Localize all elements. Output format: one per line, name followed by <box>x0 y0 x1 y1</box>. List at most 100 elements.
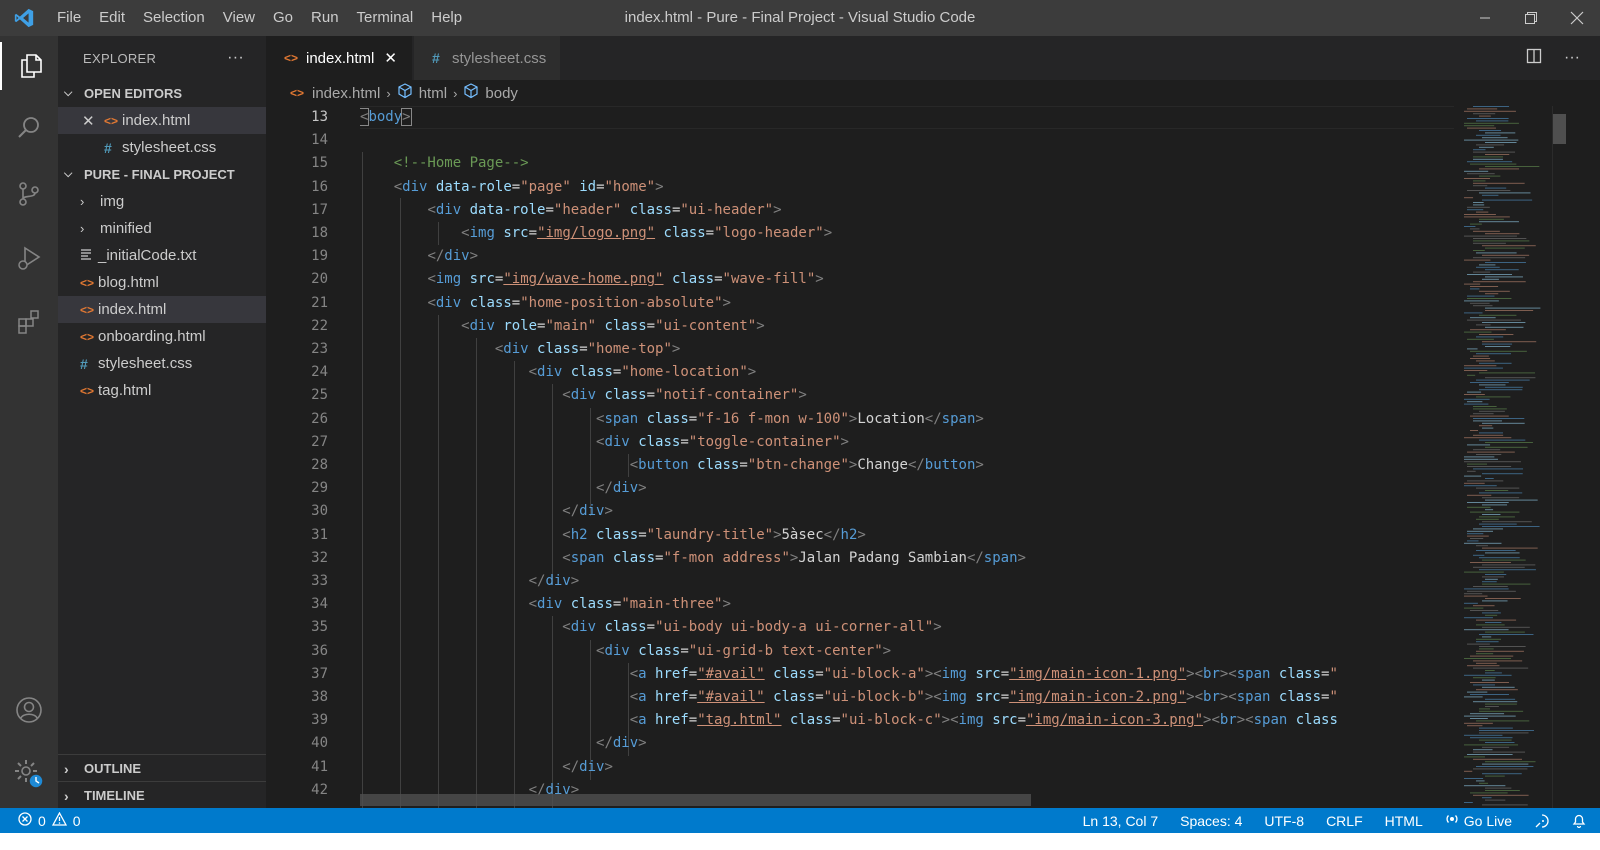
open-editors-title: OPEN EDITORS <box>84 86 183 101</box>
split-editor-icon[interactable] <box>1526 48 1542 69</box>
run-debug-icon[interactable] <box>0 234 58 282</box>
extensions-icon[interactable] <box>0 298 58 346</box>
settings-gear-icon[interactable] <box>0 750 58 798</box>
indentation[interactable]: Spaces: 4 <box>1169 813 1253 829</box>
code-line[interactable]: <div class="home-position-absolute"> <box>360 292 731 315</box>
status-bar-right: Ln 13, Col 7 Spaces: 4 UTF-8 CRLF HTML G… <box>1072 808 1600 833</box>
breadcrumb-body[interactable]: body <box>485 85 518 102</box>
cursor-position[interactable]: Ln 13, Col 7 <box>1072 813 1170 829</box>
restore-icon[interactable] <box>1508 0 1554 36</box>
code-line[interactable]: <div data-role="header" class="ui-header… <box>360 199 781 222</box>
code-line[interactable]: <div class="home-location"> <box>360 361 757 384</box>
tab-index-html[interactable]: <> index.html ✕ <box>266 36 412 80</box>
folder-item[interactable]: › minified <box>58 215 266 242</box>
encoding[interactable]: UTF-8 <box>1253 813 1315 829</box>
more-actions-icon[interactable]: ··· <box>227 49 244 67</box>
end-of-line[interactable]: CRLF <box>1315 813 1374 829</box>
file-item[interactable]: <> onboarding.html <box>58 323 266 350</box>
explorer-icon[interactable] <box>0 42 60 90</box>
code-area[interactable]: <body> <!--Home Page--> <div data-role="… <box>360 106 1454 808</box>
file-label: index.html <box>98 301 167 318</box>
file-item[interactable]: # stylesheet.css <box>58 350 266 377</box>
menu-go[interactable]: Go <box>264 0 302 36</box>
search-icon[interactable] <box>0 104 58 152</box>
code-line[interactable]: <img src="img/logo.png" class="logo-head… <box>360 222 832 245</box>
broadcast-icon <box>1445 812 1459 829</box>
accounts-icon[interactable] <box>0 686 58 734</box>
code-line[interactable]: <div class="home-top"> <box>360 338 681 361</box>
close-icon[interactable] <box>1554 0 1600 36</box>
menu-terminal[interactable]: Terminal <box>348 0 423 36</box>
code-line[interactable]: <img src="img/wave-home.png" class="wave… <box>360 268 823 291</box>
code-line[interactable]: <a href="tag.html" class="ui-block-c"><i… <box>360 709 1338 732</box>
code-line[interactable]: <div class="toggle-container"> <box>360 431 849 454</box>
file-item[interactable]: <> tag.html <box>58 377 266 404</box>
breadcrumb-html[interactable]: html <box>419 85 447 102</box>
code-line[interactable]: <div class="ui-grid-b text-center"> <box>360 640 891 663</box>
go-live-label: Go Live <box>1463 812 1512 829</box>
open-editor-item[interactable]: # stylesheet.css <box>58 134 266 161</box>
go-live-button[interactable]: Go Live <box>1434 812 1523 829</box>
menu-help[interactable]: Help <box>422 0 471 36</box>
menu-run[interactable]: Run <box>302 0 348 36</box>
code-line[interactable]: <div role="main" class="ui-content"> <box>360 315 765 338</box>
more-actions-icon[interactable]: ··· <box>1564 49 1580 67</box>
vertical-scrollbar-thumb[interactable] <box>1553 114 1566 144</box>
code-line[interactable]: <div class="notif-container"> <box>360 384 807 407</box>
open-editors-header[interactable]: ⌵ OPEN EDITORS <box>58 80 266 107</box>
breadcrumb-file[interactable]: index.html <box>312 85 380 102</box>
line-number: 42 <box>311 781 328 798</box>
vertical-scrollbar[interactable] <box>1552 106 1567 808</box>
vscode-logo-icon <box>0 0 48 36</box>
open-editor-label: index.html <box>122 112 191 129</box>
code-line[interactable]: <div data-role="page" id="home"> <box>360 176 664 199</box>
html-file-icon: <> <box>104 113 119 128</box>
line-number: 21 <box>311 294 328 311</box>
problems-indicator[interactable]: 0 0 <box>0 811 81 829</box>
file-item[interactable]: <> blog.html <box>58 269 266 296</box>
open-editor-item[interactable]: ✕ <> index.html <box>58 107 266 134</box>
code-line[interactable]: <a href="#avail" class="ui-block-b"><img… <box>360 686 1338 709</box>
project-title: PURE - FINAL PROJECT <box>84 167 235 182</box>
code-line[interactable]: <body> <box>360 106 412 129</box>
notifications-bell-icon[interactable] <box>1561 813 1600 828</box>
file-item[interactable]: <> index.html <box>58 296 266 323</box>
menu-view[interactable]: View <box>214 0 264 36</box>
folder-item[interactable]: › img <box>58 188 266 215</box>
project-header[interactable]: ⌵ PURE - FINAL PROJECT <box>58 161 266 188</box>
minimize-icon[interactable] <box>1462 0 1508 36</box>
code-line[interactable]: <h2 class="laundry-title">5àsec</h2> <box>360 524 866 547</box>
code-line[interactable]: <!--Home Page--> <box>360 152 529 175</box>
close-icon[interactable]: ✕ <box>82 112 104 130</box>
timeline-section: › TIMELINE <box>58 781 266 809</box>
code-line[interactable]: </div> <box>360 245 478 268</box>
source-control-icon[interactable] <box>0 170 58 218</box>
code-line[interactable]: <div class="main-three"> <box>360 593 731 616</box>
code-line[interactable]: </div> <box>360 570 580 593</box>
horizontal-scrollbar-thumb[interactable] <box>360 794 1031 806</box>
menu-file[interactable]: File <box>48 0 90 36</box>
code-line[interactable]: <span class="f-16 f-mon w-100">Location<… <box>360 408 984 431</box>
code-line[interactable]: <span class="f-mon address">Jalan Padang… <box>360 547 1026 570</box>
code-line[interactable]: </div> <box>360 756 613 779</box>
menu-edit[interactable]: Edit <box>90 0 134 36</box>
tab-close-icon[interactable]: ✕ <box>384 49 397 67</box>
feedback-icon[interactable] <box>1523 813 1561 829</box>
error-count: 0 <box>38 812 46 829</box>
timeline-title: TIMELINE <box>84 788 145 803</box>
outline-header[interactable]: › OUTLINE <box>58 755 266 782</box>
code-line[interactable]: <div class="ui-body ui-body-a ui-corner-… <box>360 616 941 639</box>
code-line[interactable]: </div> <box>360 500 613 523</box>
language-mode[interactable]: HTML <box>1374 813 1434 829</box>
timeline-header[interactable]: › TIMELINE <box>58 782 266 809</box>
code-line[interactable]: <a href="#avail" class="ui-block-a"><img… <box>360 663 1338 686</box>
tab-stylesheet-css[interactable]: # stylesheet.css <box>414 36 560 80</box>
code-line[interactable]: <button class="btn-change">Change</butto… <box>360 454 984 477</box>
outline-section: › OUTLINE <box>58 754 266 782</box>
code-line[interactable]: </div> <box>360 732 647 755</box>
menu-selection[interactable]: Selection <box>134 0 214 36</box>
minimap[interactable] <box>1460 106 1552 808</box>
file-item[interactable]: _initialCode.txt <box>58 242 266 269</box>
code-line[interactable]: </div> <box>360 477 647 500</box>
code-editor[interactable]: 13 14 15 16 17 18 19 20 21 22 23 24 25 2… <box>266 106 1600 808</box>
